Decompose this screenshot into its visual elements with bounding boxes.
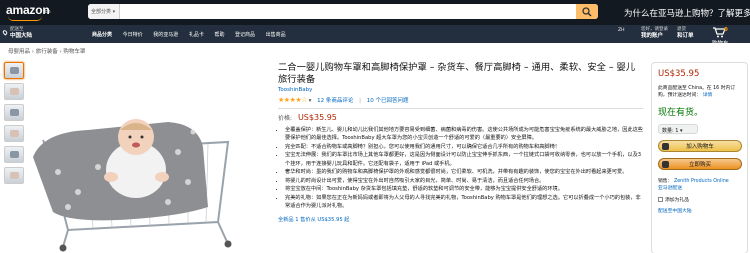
account-label: 我的账户 bbox=[641, 33, 664, 39]
ratings-count-link[interactable]: 12 条商品评论 bbox=[317, 98, 353, 104]
rating-row: ★★★★☆ ▾ 12 条商品评论 | 10 个已回答问题 bbox=[278, 96, 643, 104]
thumbnail-image bbox=[10, 109, 19, 116]
add-to-cart-label: 加入购物车 bbox=[686, 144, 714, 150]
nav-link-deals[interactable]: 今日特价 bbox=[123, 32, 143, 38]
new-offers-count: 1 bbox=[295, 217, 299, 224]
buybox-price: US$35.95 bbox=[658, 69, 700, 79]
nav-link-registry[interactable]: 登记商品 bbox=[235, 32, 255, 38]
search-input[interactable] bbox=[122, 4, 562, 19]
thumbnail-image bbox=[10, 67, 19, 74]
nav-link-my-amazon[interactable]: 我的亚马逊 bbox=[153, 32, 178, 38]
nav-link-categories[interactable]: 商品分类 bbox=[92, 32, 112, 38]
thumbnail-5[interactable] bbox=[4, 146, 24, 163]
feature-bullet: 全覆盖保护：新生儿、婴儿和幼儿比我们其他地方要容易受到细菌、病菌和病毒的伤害。这… bbox=[285, 126, 643, 142]
play-icon bbox=[662, 161, 669, 168]
buy-now-label: 立即购买 bbox=[688, 162, 711, 168]
secondary-navigation-bar: 配送至 中国大陆 商品分类 今日特价 我的亚马逊 礼品卡 帮助 登记商品 出售商… bbox=[0, 25, 750, 47]
promo-link[interactable]: 为什么在亚马逊上购物？了解更多 bbox=[624, 7, 750, 19]
thumbnail-1[interactable] bbox=[4, 62, 24, 79]
gift-option[interactable]: 添加为礼品 bbox=[658, 196, 741, 203]
feature-bullet: 宝宝无法伸展：我们的车罩比市场上其他车罩都更好，这是因为侧面设计可以防止宝宝伸手… bbox=[285, 151, 643, 167]
thumbnail-4[interactable] bbox=[4, 125, 24, 142]
product-title: 二合一婴儿购物车罩和高脚椅保护罩 – 杂货车、餐厅高脚椅 – 通用、柔软、安全 … bbox=[278, 62, 636, 85]
feature-bullet: 完美的礼物：如果您在正在为新妈妈或者即将为人父母的人寻找完美的礼物，Tooshi… bbox=[285, 194, 643, 210]
search-bar: 全部分类 ▾ bbox=[88, 4, 598, 19]
add-to-cart-button[interactable]: 加入购物车 bbox=[658, 140, 742, 152]
answered-questions-link[interactable]: 10 个已回答问题 bbox=[367, 98, 409, 104]
thumbnail-image bbox=[10, 88, 19, 95]
feature-bullet: 完全匹配：不适合购物车或高脚椅？别担心，您可以使用我们的通用尺寸，可以确保它适合… bbox=[285, 143, 643, 151]
thumbnail-3[interactable] bbox=[4, 104, 24, 121]
shipping-details-link[interactable]: 详情 bbox=[703, 93, 713, 98]
nav-links: 商品分类 今日特价 我的亚马逊 礼品卡 帮助 登记商品 出售商品 bbox=[92, 31, 295, 38]
orders-link[interactable]: 退货 和订单 bbox=[677, 27, 694, 40]
price-label: 价格: bbox=[278, 115, 293, 122]
nav-link-gift-cards[interactable]: 礼品卡 bbox=[189, 32, 204, 38]
fulfilled-by-link[interactable]: 亚马逊配送 bbox=[658, 186, 682, 191]
brand-link[interactable]: TooshinBaby bbox=[278, 87, 643, 93]
search-button[interactable] bbox=[576, 4, 598, 19]
new-offers-text: 售价从 US$35.95 起 bbox=[300, 217, 350, 224]
cart-label: 购物车 bbox=[712, 41, 729, 47]
quantity-label: 数量: 1 bbox=[662, 128, 679, 134]
feature-bullet: 奢华和时尚：墨的我们的购物车和高脚椅保护罩的外观和感觉都很时尚，它们柔软、可机洗… bbox=[285, 168, 643, 176]
chevron-down-icon[interactable]: ▾ bbox=[309, 98, 312, 104]
search-category-label: 全部分类 bbox=[91, 9, 112, 15]
breadcrumb[interactable]: 母婴用品 › 旅行装备 › 购物车罩 bbox=[8, 47, 85, 55]
amazon-logo-suffix: .cn bbox=[43, 9, 51, 15]
thumbnail-6[interactable] bbox=[4, 167, 24, 184]
thumbnail-strip bbox=[4, 62, 24, 188]
quantity-select[interactable]: 数量: 1 ▾ bbox=[658, 124, 698, 134]
search-category-dropdown[interactable]: 全部分类 ▾ bbox=[88, 4, 120, 19]
deliver-to-link[interactable]: 配送至中国大陆 bbox=[658, 207, 741, 214]
amazon-logo-smile bbox=[8, 16, 42, 21]
top-navigation-bar: amazon .cn 全部分类 ▾ 为什么在亚马逊上购物？了解更多 bbox=[0, 0, 750, 25]
cart-icon bbox=[662, 143, 669, 150]
stock-status: 现在有货。 bbox=[658, 108, 704, 118]
feature-bullet: 将宝宝放在中间：TooshinBaby 杂货车罩包括填充垫，舒适的软垫和可调节的… bbox=[285, 185, 643, 193]
product-info: 二合一婴儿购物车罩和高脚椅保护罩 – 杂货车、餐厅高脚椅 – 通用、柔软、安全 … bbox=[278, 62, 643, 223]
price-value: US$35.95 bbox=[297, 113, 337, 122]
star-rating[interactable]: ★★★★☆ bbox=[278, 96, 307, 104]
thumbnail-image bbox=[10, 130, 19, 137]
account-menu[interactable]: 您好，请登录 我的账户 bbox=[641, 27, 668, 40]
cart-count: 0 bbox=[724, 27, 728, 33]
nav-link-help[interactable]: 帮助 bbox=[214, 32, 224, 38]
feature-bullets: 全覆盖保护：新生儿、婴儿和幼儿比我们其他地方要容易受到细菌、病菌和病毒的伤害。这… bbox=[278, 126, 643, 210]
deliver-to-region: 中国大陆 bbox=[10, 33, 33, 39]
search-icon bbox=[582, 7, 592, 17]
seller-info: 销售： Zenith Products Online 亚马逊配送 bbox=[658, 178, 741, 192]
seller-prefix: 销售： bbox=[658, 179, 673, 184]
orders-line2: 和订单 bbox=[677, 33, 694, 39]
thumbnail-image bbox=[10, 151, 19, 158]
shipping-info: 此商品配送至 China。在 16 时内订购，预计送达时间： 详情 bbox=[658, 85, 741, 99]
separator: | bbox=[359, 98, 362, 104]
gift-label: 添加为礼品 bbox=[665, 198, 689, 203]
checkbox-icon[interactable] bbox=[658, 197, 663, 202]
feature-bullet: 将婴儿的时尚设计出可爱，使得宝宝在外出时自然吸引大家的目光，简单、时尚、易于清洁… bbox=[285, 177, 643, 185]
seller-link[interactable]: Zenith Products Online bbox=[674, 179, 729, 184]
thumbnail-2[interactable] bbox=[4, 83, 24, 100]
shipping-text: 此商品配送至 China。在 16 时内订购，预计送达时间： bbox=[658, 86, 736, 98]
cart-button[interactable]: 0 购物车 bbox=[712, 27, 729, 47]
buy-now-button[interactable]: 立即购买 bbox=[658, 158, 742, 170]
deliver-to-selector[interactable]: 配送至 中国大陆 bbox=[6, 27, 32, 40]
product-main-image[interactable] bbox=[28, 112, 248, 252]
nav-link-sell[interactable]: 出售商品 bbox=[266, 32, 286, 38]
new-offers-link[interactable]: 全新品 1 售价从 US$35.95 起 bbox=[278, 216, 643, 223]
price-row: 价格: US$35.95 bbox=[278, 113, 643, 122]
new-offers-prefix: 全新品 bbox=[278, 217, 294, 224]
buy-box: US$35.95 此商品配送至 China。在 16 时内订购，预计送达时间： … bbox=[651, 62, 748, 253]
thumbnail-image bbox=[10, 172, 19, 179]
language-selector[interactable]: ZH bbox=[618, 28, 624, 33]
divider bbox=[278, 108, 643, 109]
